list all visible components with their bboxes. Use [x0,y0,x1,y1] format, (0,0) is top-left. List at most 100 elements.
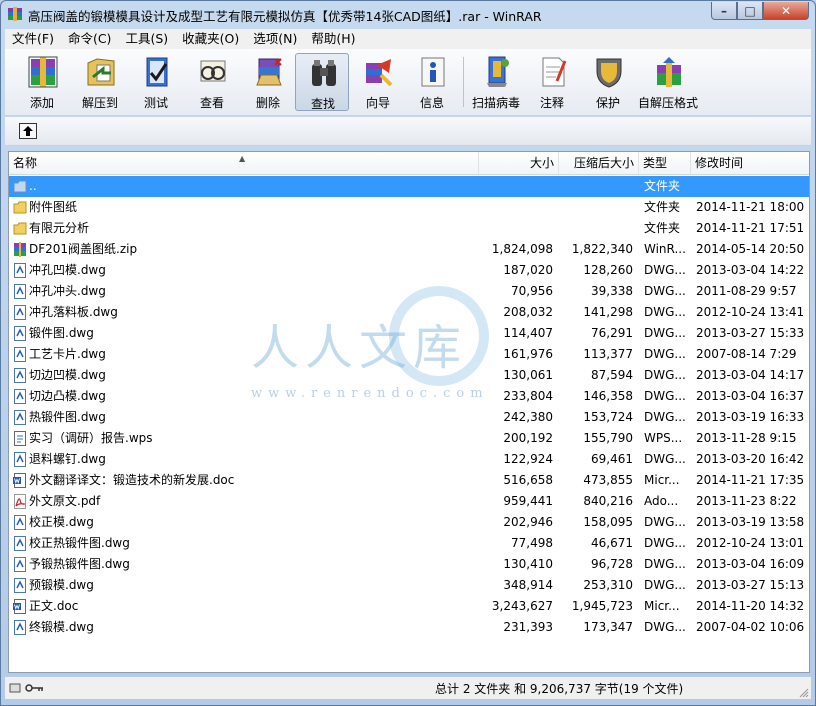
file-row[interactable]: 预锻模.dwg 348,914 253,310 DWG... 2013-03-27 15… [9,575,809,596]
file-type: WinR... [644,242,686,256]
minimize-icon: – [721,3,727,18]
dwg-file-icon [14,452,26,467]
add-archive-icon [28,56,58,88]
file-row[interactable]: DF201阀盖图纸.zip 1,824,098 1,822,340 WinR... 20… [9,239,809,260]
pdf-file-icon [14,494,27,509]
file-row[interactable]: 终锻模.dwg 231,393 173,347 DWG... 2007-04-02 10… [9,617,809,638]
file-type: DWG... [644,620,686,634]
file-packed-size: 158,095 [583,515,633,529]
file-name: 校正模.dwg [29,515,94,529]
file-row[interactable]: 工艺卡片.dwg 161,976 113,377 DWG... 2007-08-14 7… [9,344,809,365]
file-modified: 2013-03-27 15:13 [696,578,805,592]
file-modified: 2013-03-27 15:33 [696,326,805,340]
column-header-modified[interactable]: 修改时间 [691,152,809,174]
file-row[interactable]: 校正热锻件图.dwg 77,498 46,671 DWG... 2012-10-24 1… [9,533,809,554]
file-name: 冲孔凹模.dwg [29,263,106,277]
file-type: DWG... [644,557,686,571]
file-row[interactable]: 正文.doc 3,243,627 1,945,723 Micr... 2014-11-2… [9,596,809,617]
file-modified [696,176,808,197]
resize-grip-icon[interactable] [799,688,809,698]
file-size: 242,380 [503,410,553,424]
file-row[interactable]: 附件图纸 文件夹 2014-11-21 18:00 [9,197,809,218]
column-header-size[interactable]: 大小 [479,152,559,174]
info-button[interactable]: 信息 [405,53,459,111]
file-name: .. [29,179,37,193]
file-packed-size: 1,822,340 [571,242,633,256]
add-button[interactable]: 添加 [15,53,69,111]
file-size: 187,020 [503,263,553,277]
file-size: 200,192 [503,431,553,445]
info-label: 信息 [419,96,444,110]
file-size: 233,804 [503,389,553,403]
title-bar[interactable]: 高压阀盖的锻模模具设计及成型工艺有限元模拟仿真【优秀带14张CAD图纸】.rar… [1,1,815,27]
file-row[interactable]: 冲孔落料板.dwg 208,032 141,298 DWG... 2012-10-24 … [9,302,809,323]
file-row[interactable]: .. 文件夹 [9,176,809,197]
column-packed-label: 压缩后大小 [573,156,634,170]
file-row[interactable]: 校正模.dwg 202,946 158,095 DWG... 2013-03-19 13… [9,512,809,533]
dwg-file-icon [14,536,26,551]
sfx-button[interactable]: 自解压格式 [638,53,698,111]
dwg-file-icon [14,578,26,593]
file-type: DWG... [644,515,686,529]
address-bar [5,117,811,146]
wizard-button[interactable]: 向导 [351,53,405,111]
file-row[interactable]: 外文原文.pdf 959,441 840,216 Ado... 2013-11-23 8… [9,491,809,512]
file-row[interactable]: 锻件图.dwg 114,407 76,291 DWG... 2013-03-27 15:… [9,323,809,344]
file-type: DWG... [644,368,686,382]
file-modified: 2014-11-20 14:32 [696,599,805,613]
file-row[interactable]: 外文翻译译文：锻造技术的新发展.doc 516,658 473,855 Micr...… [9,470,809,491]
maximize-button[interactable]: □ [737,2,763,20]
file-row[interactable]: 切边凹模.dwg 130,061 87,594 DWG... 2013-03-04 14… [9,365,809,386]
up-folder-icon[interactable] [19,123,37,139]
file-list: 名称 ▲ 大小 压缩后大小 类型 修改时间 .. 文件夹附件图纸 文件夹 2014-1… [8,151,810,673]
file-row[interactable]: 切边凸模.dwg 233,804 146,358 DWG... 2013-03-04 1… [9,386,809,407]
dwg-file-icon [14,326,26,341]
protect-button[interactable]: 保护 [581,53,635,111]
file-packed-size [559,218,633,239]
file-packed-size: 76,291 [591,326,633,340]
close-button[interactable]: ✕ [763,2,809,20]
file-size: 959,441 [503,494,553,508]
column-type-label: 类型 [643,156,668,170]
menu-favorites[interactable]: 收藏夹(O) [175,29,246,49]
comment-button[interactable]: 注释 [525,53,579,111]
file-row[interactable]: 冲孔凹模.dwg 187,020 128,260 DWG... 2013-03-04 1… [9,260,809,281]
view-button[interactable]: 查看 [185,53,239,111]
close-icon: ✕ [780,3,792,18]
minimize-button[interactable]: – [711,2,737,20]
menu-commands[interactable]: 命令(C) [61,29,118,49]
menu-help[interactable]: 帮助(H) [304,29,362,49]
menu-tools[interactable]: 工具(S) [118,29,175,49]
file-size: 114,407 [503,326,553,340]
menu-options[interactable]: 选项(N) [246,29,304,49]
file-row[interactable]: 予锻热锻件图.dwg 130,410 96,728 DWG... 2013-03-04 … [9,554,809,575]
file-modified: 2013-03-19 16:33 [696,410,805,424]
file-row[interactable]: 实习（调研）报告.wps 200,192 155,790 WPS... 2013-11-… [9,428,809,449]
file-row[interactable]: 退料螺钉.dwg 122,924 69,461 DWG... 2013-03-20 16… [9,449,809,470]
column-header-type[interactable]: 类型 [639,152,691,174]
file-type: Micr... [644,473,680,487]
file-size: 3,243,627 [491,599,553,613]
file-size: 122,924 [503,452,553,466]
file-modified: 2013-03-04 16:37 [696,389,805,403]
file-name: 切边凸模.dwg [29,389,106,403]
test-icon [146,57,168,87]
menu-file[interactable]: 文件(F) [5,29,61,49]
file-row[interactable]: 热锻件图.dwg 242,380 153,724 DWG... 2013-03-19 1… [9,407,809,428]
delete-button[interactable]: 删除 [241,53,295,111]
file-row[interactable]: 有限元分析 文件夹 2014-11-21 17:51 [9,218,809,239]
column-header-name[interactable]: 名称 ▲ [9,152,479,174]
file-type: DWG... [644,536,686,550]
test-button[interactable]: 测试 [129,53,183,111]
info-icon [421,57,445,87]
column-header-packed[interactable]: 压缩后大小 [559,152,639,174]
file-name: 有限元分析 [29,221,90,235]
extract-to-button[interactable]: 解压到 [73,53,127,111]
file-name: 实习（调研）报告.wps [29,431,153,445]
file-modified: 2014-11-21 17:35 [696,473,805,487]
file-row[interactable]: 冲孔冲头.dwg 70,956 39,338 DWG... 2011-08-29 9:5… [9,281,809,302]
dwg-file-icon [14,557,26,572]
find-button[interactable]: 查找 [295,53,349,111]
virus-scan-button[interactable]: 扫描病毒 [469,53,523,111]
file-type: 文件夹 [644,179,681,193]
